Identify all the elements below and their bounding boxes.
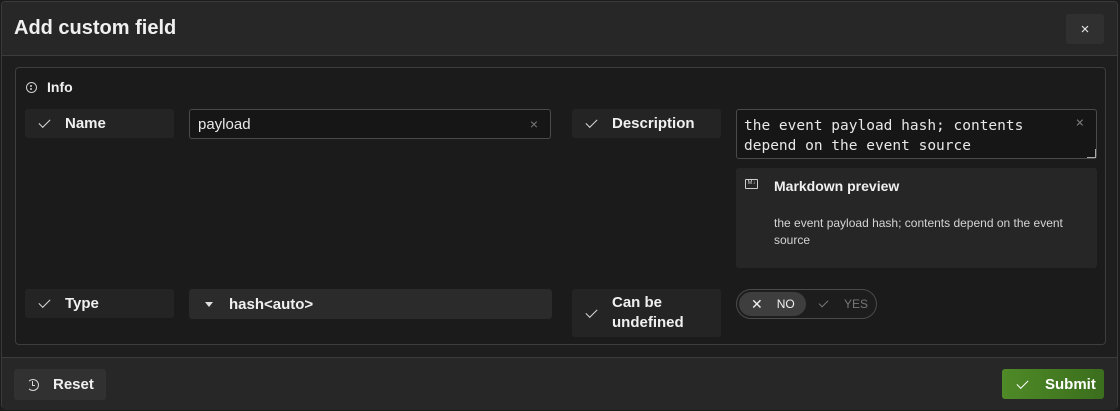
name-label-text: Name	[65, 115, 106, 132]
check-icon	[1016, 376, 1029, 389]
clear-description-icon[interactable]: ×	[1076, 113, 1084, 133]
check-icon	[38, 115, 51, 129]
description-value: the event payload hash; contents depend …	[744, 118, 1024, 154]
description-label-text: Description	[612, 115, 695, 132]
dialog-title: Add custom field	[14, 17, 177, 39]
dialog-footer: Reset Submit	[2, 357, 1117, 410]
toggle-no-label: NO	[776, 297, 795, 311]
add-custom-field-dialog: Add custom field × Info Name payload × D…	[1, 1, 1118, 410]
close-icon: ×	[1080, 20, 1090, 38]
name-input-value: payload	[198, 115, 251, 133]
markdown-preview: M↓ Markdown preview the event payload ha…	[736, 168, 1097, 268]
description-label: Description	[572, 109, 721, 138]
resize-handle[interactable]	[1087, 149, 1096, 158]
check-icon	[818, 297, 829, 308]
description-textarea[interactable]: the event payload hash; contents depend …	[736, 109, 1097, 159]
name-input[interactable]: payload ×	[189, 109, 551, 139]
toggle-no-option[interactable]: ✕ NO	[739, 292, 806, 316]
section-title-label: Info	[47, 79, 73, 95]
info-section: Info Name payload × Description the even…	[15, 67, 1106, 345]
markdown-icon: M↓	[745, 179, 758, 189]
toggle-yes-label: YES	[844, 297, 869, 311]
check-icon	[585, 305, 598, 318]
type-label: Type	[25, 289, 174, 318]
check-icon	[38, 295, 51, 309]
undefined-label-text: Can be undefined	[612, 294, 684, 331]
clear-name-icon[interactable]: ×	[530, 116, 538, 132]
undefined-label: Can be undefined	[572, 289, 721, 337]
check-icon	[585, 115, 598, 129]
type-label-text: Type	[65, 295, 99, 312]
reset-button[interactable]: Reset	[14, 369, 106, 400]
x-icon: ✕	[751, 295, 763, 312]
history-icon	[27, 378, 39, 391]
type-select[interactable]: hash<auto>	[189, 289, 552, 319]
close-button[interactable]: ×	[1066, 14, 1104, 44]
markdown-preview-body: the event payload hash; contents depend …	[774, 216, 1063, 247]
toggle-yes-option[interactable]: YES	[809, 292, 875, 316]
reset-label: Reset	[53, 376, 94, 393]
submit-button[interactable]: Submit	[1002, 369, 1104, 399]
type-select-value: hash<auto>	[229, 295, 314, 313]
dialog-header: Add custom field ×	[2, 2, 1117, 56]
markdown-preview-title: Markdown preview	[774, 178, 900, 194]
section-title: Info	[26, 79, 73, 95]
undefined-toggle[interactable]: ✕ NO YES	[736, 289, 877, 319]
submit-label: Submit	[1045, 375, 1096, 393]
caret-down-icon	[205, 301, 213, 307]
info-icon	[26, 81, 37, 93]
name-label: Name	[25, 109, 174, 138]
